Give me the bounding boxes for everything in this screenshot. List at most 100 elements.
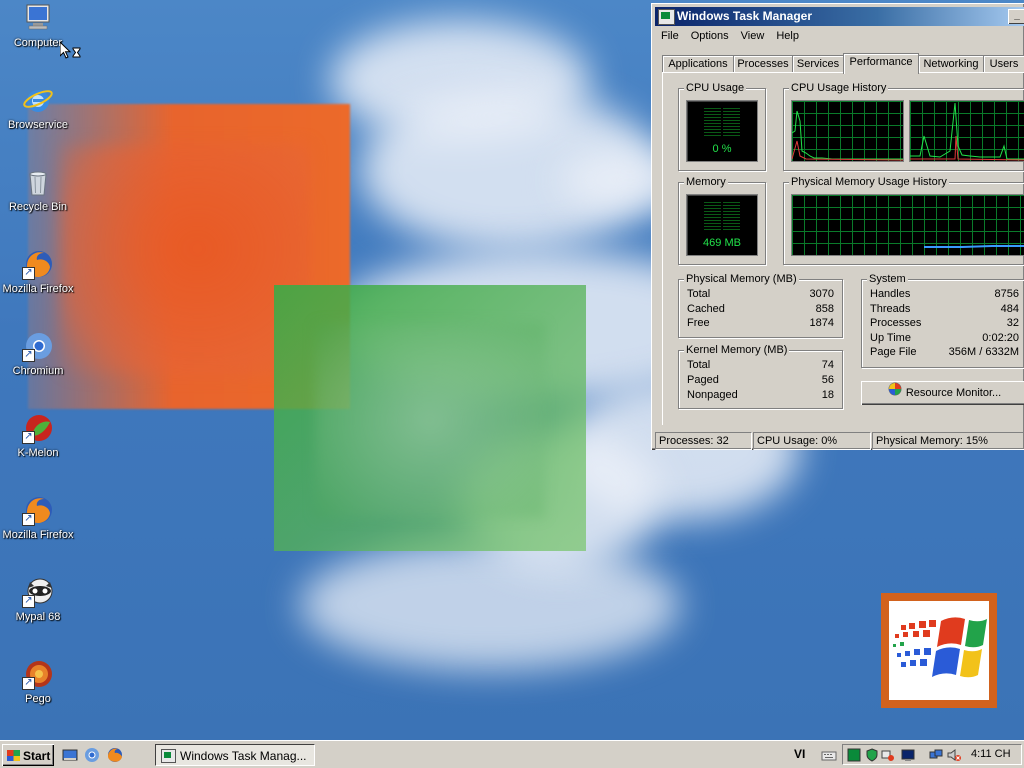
cloud bbox=[300, 540, 680, 670]
desktop-icon-k-melon[interactable]: ↗ K-Melon bbox=[0, 412, 76, 459]
row-name: Free bbox=[687, 317, 710, 329]
memory-history-label: Physical Memory Usage History bbox=[789, 175, 949, 189]
row-value: 0:02:20 bbox=[982, 332, 1019, 344]
firefox-icon: ↗ bbox=[22, 494, 54, 526]
cpu-history-graph-core-1 bbox=[791, 100, 904, 162]
k-melon-icon: ↗ bbox=[22, 412, 54, 444]
physical-memory-free-row: Free 1874 bbox=[687, 316, 834, 331]
pego-icon: ↗ bbox=[22, 658, 54, 690]
desktop-icon-recycle-bin[interactable]: Recycle Bin bbox=[0, 166, 76, 213]
cpu-usage-group: CPU Usage 0 % bbox=[678, 81, 766, 171]
kernel-memory-total-row: Total 74 bbox=[687, 358, 834, 373]
kernel-memory-label: Kernel Memory (MB) bbox=[684, 343, 790, 357]
show-desktop-icon[interactable] bbox=[62, 747, 78, 763]
computer-icon bbox=[22, 2, 54, 34]
memory-meter: 469 MB bbox=[686, 194, 758, 256]
taskbar-task-manager-button[interactable]: Windows Task Manag... bbox=[155, 744, 315, 766]
memory-history-graph bbox=[791, 194, 1024, 256]
desktop-icon-label: Recycle Bin bbox=[8, 201, 68, 213]
tray-volume-muted-icon[interactable] bbox=[947, 748, 961, 762]
row-value: 74 bbox=[821, 359, 834, 371]
system-group: System Handles 8756 Threads 484 Processes 3… bbox=[861, 272, 1024, 368]
menu-file[interactable]: File bbox=[655, 27, 685, 46]
desktop-icon-browservice[interactable]: Browservice bbox=[0, 84, 76, 131]
firefox-quicklaunch-icon[interactable] bbox=[107, 747, 123, 763]
cpu-usage-value: 0 % bbox=[712, 143, 732, 155]
row-value: 356M / 6332M bbox=[948, 346, 1019, 358]
chromium-quicklaunch-icon[interactable] bbox=[84, 747, 100, 763]
resource-monitor-label: Resource Monitor... bbox=[905, 387, 1002, 399]
tab-performance[interactable]: Performance bbox=[843, 53, 919, 74]
tab-services[interactable]: Services bbox=[792, 55, 844, 73]
shortcut-arrow-icon: ↗ bbox=[22, 431, 35, 444]
title-bar[interactable]: Windows Task Manager _ bbox=[655, 7, 1024, 26]
clock[interactable]: 4:11 CH bbox=[971, 748, 1011, 760]
tab-processes[interactable]: Processes bbox=[733, 55, 793, 73]
cpu-usage-label: CPU Usage bbox=[684, 81, 747, 95]
memory-label: Memory bbox=[684, 175, 728, 189]
physical-memory-label: Physical Memory (MB) bbox=[684, 272, 799, 286]
desktop-icon-firefox[interactable]: ↗ Mozilla Firefox bbox=[0, 248, 76, 295]
green-square-inner bbox=[315, 323, 545, 518]
cpu-usage-meter: 0 % bbox=[686, 100, 758, 162]
row-value: 484 bbox=[1000, 303, 1019, 315]
row-value: 3070 bbox=[809, 288, 834, 300]
task-button-label: Windows Task Manag... bbox=[180, 749, 307, 763]
cpu-history-graph-core-2 bbox=[909, 100, 1024, 162]
minimize-button[interactable]: _ bbox=[1008, 9, 1024, 24]
orange-square-inner bbox=[60, 145, 310, 375]
row-name: Paged bbox=[687, 374, 719, 386]
row-value: 56 bbox=[821, 374, 834, 386]
system-uptime-row: Up Time 0:02:20 bbox=[870, 331, 1019, 346]
memory-history-group: Physical Memory Usage History bbox=[783, 175, 1024, 265]
language-indicator[interactable]: VI bbox=[794, 747, 805, 761]
row-value: 858 bbox=[815, 303, 834, 315]
tab-networking[interactable]: Networking bbox=[918, 55, 984, 73]
menu-options[interactable]: Options bbox=[685, 27, 735, 46]
row-value: 32 bbox=[1006, 317, 1019, 329]
desktop-icon-pego[interactable]: ↗ Pego bbox=[0, 658, 76, 705]
tray-green-monitor-icon[interactable] bbox=[847, 748, 861, 762]
kernel-memory-paged-row: Paged 56 bbox=[687, 373, 834, 388]
memory-meter-bars bbox=[704, 202, 740, 232]
system-label: System bbox=[867, 272, 908, 286]
tab-applications[interactable]: Applications bbox=[662, 55, 734, 73]
shortcut-arrow-icon: ↗ bbox=[22, 513, 35, 526]
status-physical-memory: Physical Memory: 15% bbox=[872, 432, 1024, 450]
kernel-memory-nonpaged-row: Nonpaged 18 bbox=[687, 388, 834, 403]
desktop-icon-chromium[interactable]: ↗ Chromium bbox=[0, 330, 76, 377]
row-name: Cached bbox=[687, 303, 725, 315]
shortcut-arrow-icon: ↗ bbox=[22, 349, 35, 362]
menu-view[interactable]: View bbox=[735, 27, 771, 46]
start-label: Start bbox=[23, 749, 51, 763]
taskbar: Start Windows Task Manag... VI 4:11 CH bbox=[0, 740, 1024, 768]
desktop-icon-label: Chromium bbox=[12, 365, 64, 377]
task-manager-window[interactable]: Windows Task Manager _ File Options View… bbox=[651, 3, 1024, 450]
physical-memory-cached-row: Cached 858 bbox=[687, 302, 834, 317]
desktop-icon-label: K-Melon bbox=[17, 447, 59, 459]
desktop-icon-label: Mozilla Firefox bbox=[2, 529, 74, 541]
row-name: Processes bbox=[870, 317, 922, 329]
resource-monitor-icon bbox=[888, 382, 902, 404]
start-button[interactable]: Start bbox=[2, 744, 54, 766]
resource-monitor-button[interactable]: Resource Monitor... bbox=[861, 381, 1024, 405]
desktop-icon-firefox-2[interactable]: ↗ Mozilla Firefox bbox=[0, 494, 76, 541]
desktop-icon-label: Pego bbox=[25, 693, 51, 705]
windows-logo bbox=[881, 593, 997, 708]
tray-security-icon[interactable] bbox=[865, 748, 879, 762]
memory-value: 469 MB bbox=[703, 237, 741, 249]
tab-users[interactable]: Users bbox=[983, 55, 1024, 73]
tray-network-status-icon[interactable] bbox=[929, 748, 943, 762]
menu-help[interactable]: Help bbox=[770, 27, 805, 46]
recycle-bin-icon bbox=[22, 166, 54, 198]
desktop-icon-mypal[interactable]: ↗ Mypal 68 bbox=[0, 576, 76, 623]
mypal-icon: ↗ bbox=[22, 576, 54, 608]
tray-display-icon[interactable] bbox=[901, 748, 915, 762]
status-cpu-usage: CPU Usage: 0% bbox=[753, 432, 871, 450]
shortcut-arrow-icon: ↗ bbox=[22, 677, 35, 690]
tray-network-icon[interactable] bbox=[881, 748, 895, 762]
cpu-history-label: CPU Usage History bbox=[789, 81, 889, 95]
keyboard-icon[interactable] bbox=[821, 747, 837, 763]
system-handles-row: Handles 8756 bbox=[870, 287, 1019, 302]
desktop-icon-label: Mozilla Firefox bbox=[2, 283, 74, 295]
